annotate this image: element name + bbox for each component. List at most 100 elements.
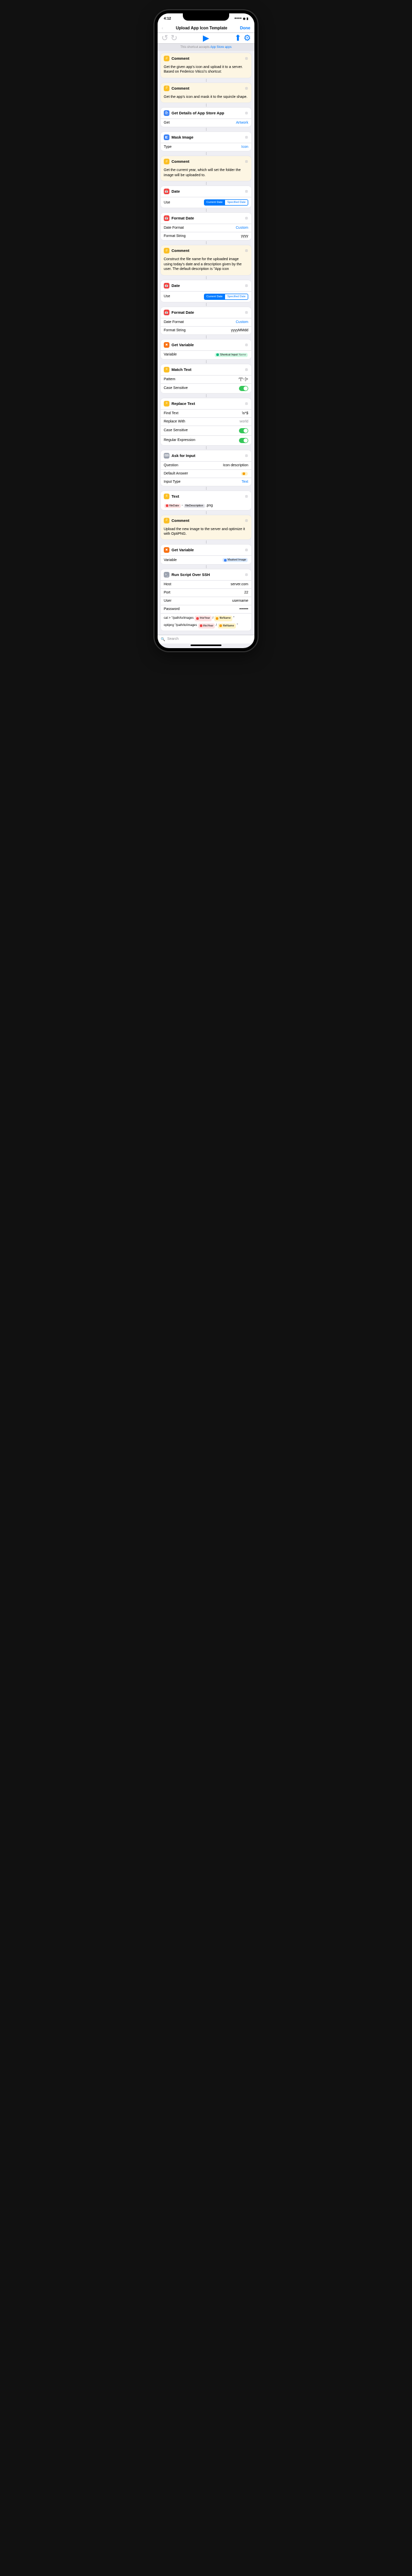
variable-token[interactable]: Shortcut Input Name	[215, 353, 248, 357]
settings-button[interactable]: ⚙	[244, 35, 250, 41]
param-value[interactable]: yyyyMMdd	[231, 329, 248, 332]
action-block[interactable]: 🛍Get Details of App Store App⊗GetArtwork	[161, 108, 251, 127]
close-icon[interactable]: ⊗	[245, 453, 248, 458]
close-icon[interactable]: ⊗	[245, 216, 248, 221]
param-row[interactable]: VariableShortcut Input Name	[161, 350, 251, 359]
close-icon[interactable]: ⊗	[245, 494, 248, 499]
action-block[interactable]: 📅Date⊗UseCurrent DateSpecified Date	[161, 280, 251, 302]
undo-button[interactable]: ↺	[162, 35, 168, 41]
param-row[interactable]: Case Sensitive	[161, 426, 251, 435]
param-value[interactable]: server.com	[231, 583, 248, 586]
action-text[interactable]: ≡Text⊗fileDate-fileDescription.png	[161, 491, 251, 510]
script-body[interactable]: cat > "/path/to/images thisYear /fileNam…	[161, 613, 251, 631]
segmented-control[interactable]: Current DateSpecified Date	[204, 294, 248, 300]
close-icon[interactable]: ⊗	[245, 343, 248, 347]
param-value[interactable]: 22	[244, 591, 248, 595]
close-icon[interactable]: ⊗	[245, 248, 248, 253]
param-row[interactable]: Replace Withworld	[161, 417, 251, 426]
variable-token[interactable]: fileName	[214, 616, 232, 621]
param-row[interactable]: QuestionIcon description	[161, 461, 251, 469]
action-block[interactable]: ≡Match Text⊗Pattern^[^-:]+Case Sensitive	[161, 364, 251, 393]
param-row[interactable]: Default Answer	[161, 469, 251, 478]
variable-token[interactable]: fileDate	[164, 504, 181, 508]
accepts-type[interactable]: App Store apps	[210, 46, 231, 49]
param-value[interactable]: Custom	[236, 226, 248, 230]
comment-body[interactable]: Get the given app's icon and upload it t…	[161, 64, 251, 78]
param-row[interactable]: Password•••••••	[161, 605, 251, 613]
param-row[interactable]: Regular Expression	[161, 435, 251, 445]
toggle-switch[interactable]	[239, 438, 248, 443]
close-icon[interactable]: ⊗	[245, 111, 248, 115]
close-icon[interactable]: ⊗	[245, 367, 248, 372]
close-icon[interactable]: ⊗	[245, 86, 248, 91]
action-block[interactable]: ≡Replace Text⊗Find Text\s*$Replace Withw…	[161, 398, 251, 445]
action-comment[interactable]: //Comment⊗Get the app's icon and mask it…	[161, 83, 251, 103]
close-icon[interactable]: ⊗	[245, 189, 248, 194]
param-row[interactable]: Pattern^[^-:]+	[161, 375, 251, 383]
home-indicator[interactable]	[191, 645, 221, 646]
share-button[interactable]: ⬆	[235, 35, 241, 41]
close-icon[interactable]: ⊗	[245, 56, 248, 61]
param-row[interactable]: UseCurrent DateSpecified Date	[161, 197, 251, 208]
close-icon[interactable]: ⊗	[245, 159, 248, 164]
close-icon[interactable]: ⊗	[245, 572, 248, 577]
variable-token[interactable]: thisYear	[195, 616, 212, 621]
comment-body[interactable]: Get the app's icon and mask it to the sq…	[161, 94, 251, 103]
action-block[interactable]: 📅Date⊗UseCurrent DateSpecified Date	[161, 186, 251, 208]
segment[interactable]: Current Date	[204, 294, 226, 300]
segmented-control[interactable]: Current DateSpecified Date	[204, 199, 248, 206]
action-block[interactable]: 📅Format Date⊗Date FormatCustomFormat Str…	[161, 307, 251, 334]
param-row[interactable]: Find Text\s*$	[161, 409, 251, 417]
comment-body[interactable]: Construct the file name for the uploaded…	[161, 256, 251, 275]
param-row[interactable]: Port22	[161, 588, 251, 597]
close-icon[interactable]: ⊗	[245, 135, 248, 140]
param-value[interactable]: Icon description	[223, 464, 248, 467]
variable-token[interactable]	[241, 472, 248, 476]
search-bar[interactable]: 🔍 Search	[158, 635, 254, 643]
param-value[interactable]: ^[^-:]+	[238, 378, 248, 381]
param-row[interactable]: Date FormatCustom	[161, 318, 251, 326]
actions-flow[interactable]: //Comment⊗Get the given app's icon and u…	[158, 51, 254, 635]
param-value[interactable]: Artwork	[236, 121, 248, 125]
param-value[interactable]: •••••••	[239, 607, 248, 611]
action-block[interactable]: ⌨Ask for Input⊗QuestionIcon descriptionD…	[161, 450, 251, 486]
toggle-switch[interactable]	[239, 386, 248, 391]
param-row[interactable]: Case Sensitive	[161, 383, 251, 393]
param-row[interactable]: Format Stringyyyy	[161, 232, 251, 240]
action-block[interactable]: ✖Get Variable⊗VariableShortcut Input Nam…	[161, 340, 251, 359]
segment[interactable]: Current Date	[204, 199, 226, 206]
segment[interactable]: Specified Date	[225, 199, 248, 206]
param-row[interactable]: Hostserver.com	[161, 580, 251, 588]
action-comment[interactable]: //Comment⊗Upload the new image to the se…	[161, 515, 251, 540]
param-row[interactable]: GetArtwork	[161, 118, 251, 127]
param-value[interactable]: Custom	[236, 320, 248, 324]
param-value[interactable]: username	[232, 599, 248, 603]
segment[interactable]: Specified Date	[225, 294, 248, 300]
action-comment[interactable]: //Comment⊗Get the current year, which wi…	[161, 156, 251, 181]
action-block[interactable]: 📅Format Date⊗Date FormatCustomFormat Str…	[161, 213, 251, 240]
param-value[interactable]: Icon	[242, 145, 248, 149]
back-icon[interactable]: ‹	[162, 26, 163, 30]
play-button[interactable]: ▶	[203, 35, 209, 41]
param-value[interactable]: Text	[242, 480, 248, 484]
close-icon[interactable]: ⊗	[245, 518, 248, 523]
param-row[interactable]: Format StringyyyyMMdd	[161, 326, 251, 334]
param-row[interactable]: TypeIcon	[161, 143, 251, 151]
action-block[interactable]: ◧Mask Image⊗TypeIcon	[161, 132, 251, 151]
param-value[interactable]: world	[239, 420, 248, 423]
close-icon[interactable]: ⊗	[245, 283, 248, 288]
variable-token[interactable]: Masked Image	[222, 558, 248, 562]
done-button[interactable]: Done	[240, 26, 250, 30]
action-comment[interactable]: //Comment⊗Construct the file name for th…	[161, 245, 251, 275]
toggle-switch[interactable]	[239, 428, 248, 433]
param-row[interactable]: Date FormatCustom	[161, 224, 251, 232]
close-icon[interactable]: ⊗	[245, 401, 248, 406]
param-value[interactable]: yyyy	[241, 234, 248, 238]
param-value[interactable]: \s*$	[242, 412, 248, 415]
close-icon[interactable]: ⊗	[245, 310, 248, 315]
param-row[interactable]: UseCurrent DateSpecified Date	[161, 291, 251, 302]
comment-body[interactable]: Get the current year, which will set the…	[161, 167, 251, 181]
redo-button[interactable]: ↻	[171, 35, 177, 41]
variable-token[interactable]: fileName	[218, 623, 236, 629]
variable-token[interactable]: thisYear	[198, 623, 215, 629]
